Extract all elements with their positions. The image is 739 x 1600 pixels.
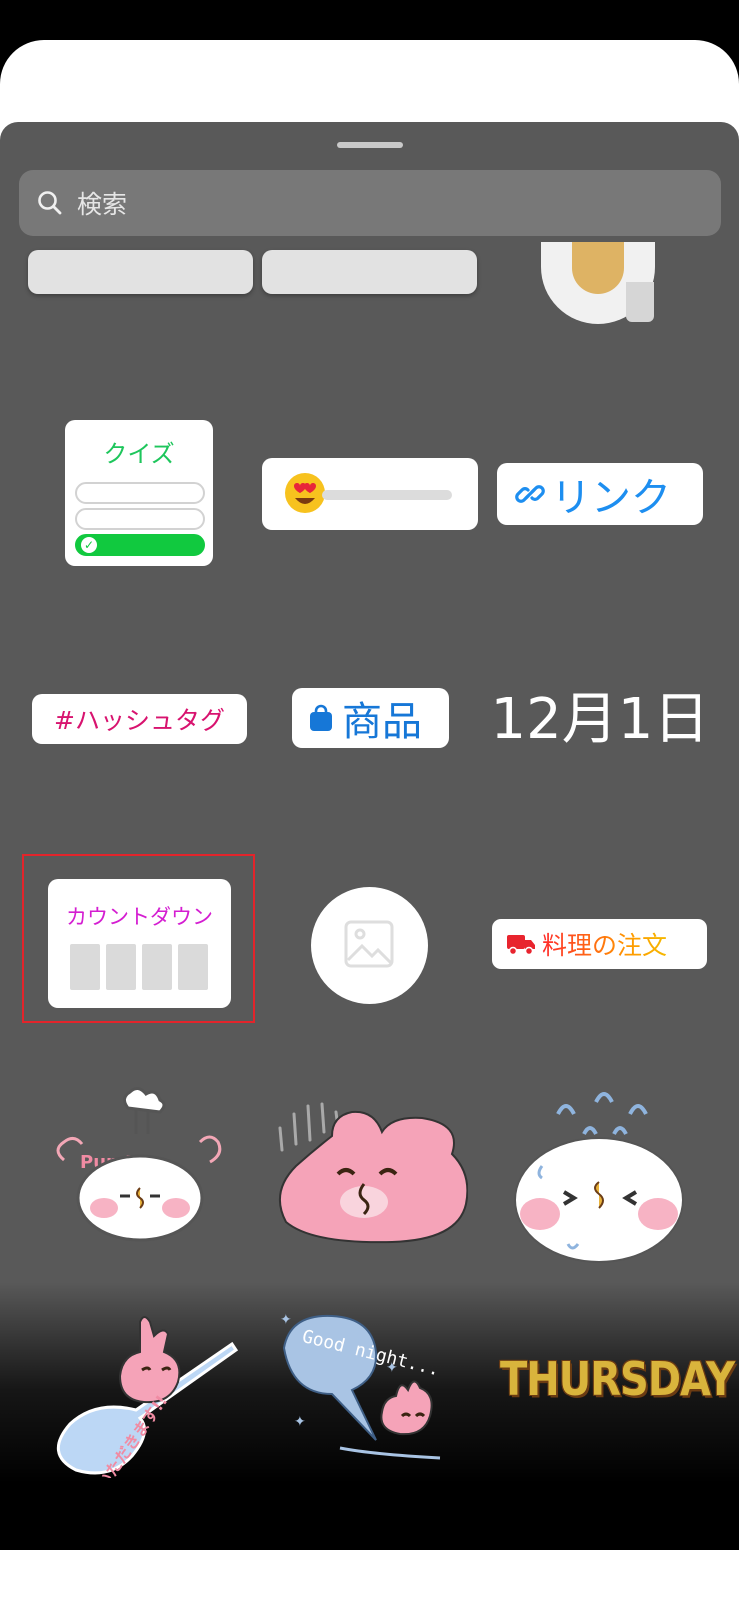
image-icon: [344, 920, 394, 968]
good-night-sticker[interactable]: Good night... ✦ ✦ ✦: [276, 1308, 468, 1474]
link-sticker-label: リンク: [551, 475, 671, 521]
countdown-digit-box: [178, 944, 208, 990]
heart-eyes-emoji-icon: [285, 473, 325, 513]
bottom-safe-area: [0, 1550, 739, 1600]
countdown-digit-box: [70, 944, 100, 990]
itadakimasu-spoon-sticker[interactable]: いただきます!!: [44, 1312, 240, 1478]
weekday-sticker[interactable]: THURSDAY: [500, 1346, 735, 1415]
emoji-icon: [572, 242, 624, 294]
search-icon: [38, 191, 62, 215]
sticker-cut-tab: [626, 282, 654, 322]
food-order-sticker[interactable]: 料理の注文: [492, 919, 707, 969]
star-icon: ✦: [294, 1414, 306, 1430]
quiz-sticker[interactable]: クイズ ✓: [65, 420, 213, 566]
search-input[interactable]: 検索: [77, 185, 127, 221]
countdown-sticker-label: カウントダウン: [66, 905, 213, 929]
countdown-digit-box: [142, 944, 172, 990]
sheet-grabber-handle[interactable]: [337, 142, 403, 148]
hashtag-sticker[interactable]: #ハッシュタグ: [32, 694, 247, 744]
nervous-bird-sticker[interactable]: [510, 1074, 688, 1264]
photo-sticker[interactable]: [311, 887, 428, 1004]
product-sticker-label: 商品: [342, 699, 422, 745]
sticker-cut-middle[interactable]: [262, 250, 477, 294]
angry-bird-sticker[interactable]: Pun Pun: [44, 1080, 236, 1246]
pink-rabbit-sticker[interactable]: [272, 1084, 468, 1252]
quiz-option: [75, 508, 205, 530]
sticker-search-bar[interactable]: 検索: [19, 170, 721, 236]
shopping-bag-icon: [310, 704, 332, 731]
sticker-cut-left[interactable]: [28, 250, 253, 294]
quiz-sticker-label: クイズ: [103, 440, 175, 468]
emoji-slider-sticker[interactable]: [262, 458, 478, 530]
sticker-tray-sheet: 検索 クイズ ✓ リンク #ハッシュタグ 商品 12月1日 カウントダウン 料理…: [0, 122, 739, 1550]
link-icon: [515, 485, 545, 503]
date-sticker[interactable]: 12月1日: [490, 682, 710, 758]
hashtag-sticker-label: #ハッシュタグ: [54, 706, 225, 735]
star-icon: ✦: [386, 1360, 398, 1376]
countdown-sticker[interactable]: カウントダウン: [48, 879, 231, 1008]
delivery-truck-icon: [507, 935, 535, 956]
check-icon: ✓: [81, 537, 97, 553]
slider-track: [322, 490, 452, 500]
food-order-sticker-label: 料理の注文: [542, 926, 667, 962]
countdown-digit-box: [106, 944, 136, 990]
link-sticker[interactable]: リンク: [497, 463, 703, 525]
quiz-option-correct: ✓: [75, 534, 205, 556]
star-icon: ✦: [280, 1312, 292, 1328]
quiz-option: [75, 482, 205, 504]
product-sticker[interactable]: 商品: [292, 688, 449, 748]
